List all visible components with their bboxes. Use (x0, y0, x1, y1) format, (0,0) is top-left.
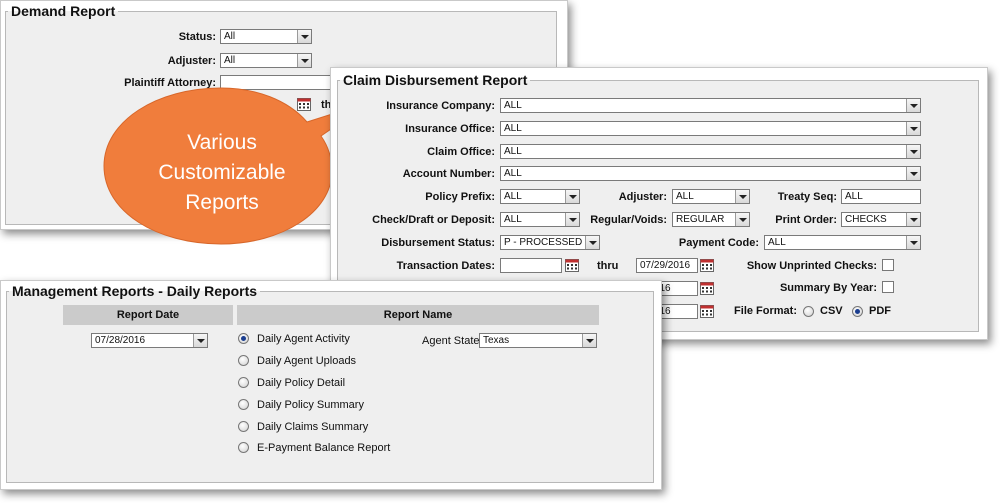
insurance-office-label: Insurance Office: (405, 123, 495, 135)
chevron-down-icon[interactable] (565, 190, 579, 203)
check-draft-select[interactable]: ALL (500, 212, 580, 227)
chevron-down-icon[interactable] (582, 334, 596, 347)
callout-text: Various Customizable Reports (122, 128, 322, 218)
demand-adjuster-select[interactable]: All (220, 53, 312, 68)
calendar-icon[interactable] (700, 305, 714, 318)
transaction-thru-input[interactable]: 07/29/2016 (636, 258, 698, 273)
treaty-seq-label: Treaty Seq: (777, 191, 837, 203)
chevron-down-icon[interactable] (906, 236, 920, 249)
demand-status-label: Status: (178, 31, 216, 43)
chevron-down-icon[interactable] (735, 213, 749, 226)
chevron-down-icon[interactable] (906, 167, 920, 180)
report-radio-daily-policy-detail[interactable] (238, 377, 249, 388)
transaction-from-input[interactable] (500, 258, 562, 273)
report-option-label: Daily Agent Uploads (257, 355, 357, 367)
csv-radio[interactable] (803, 306, 814, 317)
transaction-dates-label: Transaction Dates: (396, 260, 495, 272)
calendar-icon[interactable] (565, 259, 579, 272)
summary-by-year-label: Summary By Year: (779, 282, 877, 294)
callout-line3: Reports (185, 191, 259, 214)
cd-adjuster-label: Adjuster: (618, 191, 667, 203)
policy-prefix-select[interactable]: ALL (500, 189, 580, 204)
check-draft-label: Check/Draft or Deposit: (372, 214, 495, 226)
cd-adjuster-select[interactable]: ALL (672, 189, 750, 204)
print-order-select[interactable]: CHECKS (841, 212, 921, 227)
report-option-label: Daily Agent Activity (257, 333, 350, 345)
claim-office-select[interactable]: ALL (500, 144, 921, 159)
report-date-select[interactable]: 07/28/2016 (91, 333, 208, 348)
pdf-radio[interactable] (852, 306, 863, 317)
report-radio-e-payment-balance[interactable] (238, 442, 249, 453)
show-unprinted-checkbox[interactable] (882, 259, 894, 271)
report-radio-daily-claims-summary[interactable] (238, 421, 249, 432)
chevron-down-icon[interactable] (297, 54, 311, 67)
management-reports-panel: Management Reports - Daily Reports Repor… (0, 280, 662, 490)
report-option-label: E-Payment Balance Report (257, 442, 391, 454)
chevron-down-icon[interactable] (585, 236, 599, 249)
show-unprinted-label: Show Unprinted Checks: (746, 260, 877, 272)
management-reports-title: Management Reports - Daily Reports (12, 283, 258, 299)
callout-line2: Customizable (158, 161, 286, 184)
account-number-select[interactable]: ALL (500, 166, 921, 181)
demand-adjuster-label: Adjuster: (167, 55, 216, 67)
claim-disbursement-title: Claim Disbursement Report (343, 72, 528, 88)
calendar-icon[interactable] (700, 259, 714, 272)
agent-state-label: Agent State: (422, 335, 483, 347)
report-option-label: Daily Policy Detail (257, 377, 346, 389)
chevron-down-icon[interactable] (735, 190, 749, 203)
chevron-down-icon[interactable] (906, 213, 920, 226)
disbursement-status-label: Disbursement Status: (381, 237, 495, 249)
report-option-label: Daily Claims Summary (257, 421, 369, 433)
chevron-down-icon[interactable] (906, 122, 920, 135)
csv-label: CSV (820, 305, 843, 317)
print-order-label: Print Order: (775, 214, 837, 226)
insurance-company-select[interactable]: ALL (500, 98, 921, 113)
chevron-down-icon[interactable] (297, 30, 311, 43)
report-radio-daily-agent-uploads[interactable] (238, 355, 249, 366)
disbursement-status-select[interactable]: P - PROCESSED (500, 235, 600, 250)
insurance-company-label: Insurance Company: (386, 100, 495, 112)
claim-office-label: Claim Office: (427, 146, 495, 158)
chevron-down-icon[interactable] (193, 334, 207, 347)
insurance-office-select[interactable]: ALL (500, 121, 921, 136)
cd-thru-label: thru (597, 260, 619, 272)
treaty-seq-input[interactable]: ALL (841, 189, 921, 204)
report-date-header: Report Date (63, 305, 233, 325)
chevron-down-icon[interactable] (906, 145, 920, 158)
payment-code-select[interactable]: ALL (764, 235, 921, 250)
report-name-header: Report Name (237, 305, 599, 325)
demand-status-select[interactable]: All (220, 29, 312, 44)
regular-voids-select[interactable]: REGULAR (672, 212, 750, 227)
calendar-icon[interactable] (700, 282, 714, 295)
demand-report-title: Demand Report (11, 3, 116, 19)
payment-code-label: Payment Code: (678, 237, 759, 249)
regular-voids-label: Regular/Voids: (590, 214, 667, 226)
file-format-label: File Format: (734, 305, 797, 317)
report-option-label: Daily Policy Summary (257, 399, 364, 411)
report-radio-daily-policy-summary[interactable] (238, 399, 249, 410)
report-radio-daily-agent-activity[interactable] (238, 333, 249, 344)
policy-prefix-label: Policy Prefix: (425, 191, 495, 203)
chevron-down-icon[interactable] (906, 99, 920, 112)
callout-line1: Various (187, 131, 257, 154)
pdf-label: PDF (869, 305, 891, 317)
agent-state-select[interactable]: Texas (479, 333, 597, 348)
summary-by-year-checkbox[interactable] (882, 281, 894, 293)
account-number-label: Account Number: (402, 168, 495, 180)
